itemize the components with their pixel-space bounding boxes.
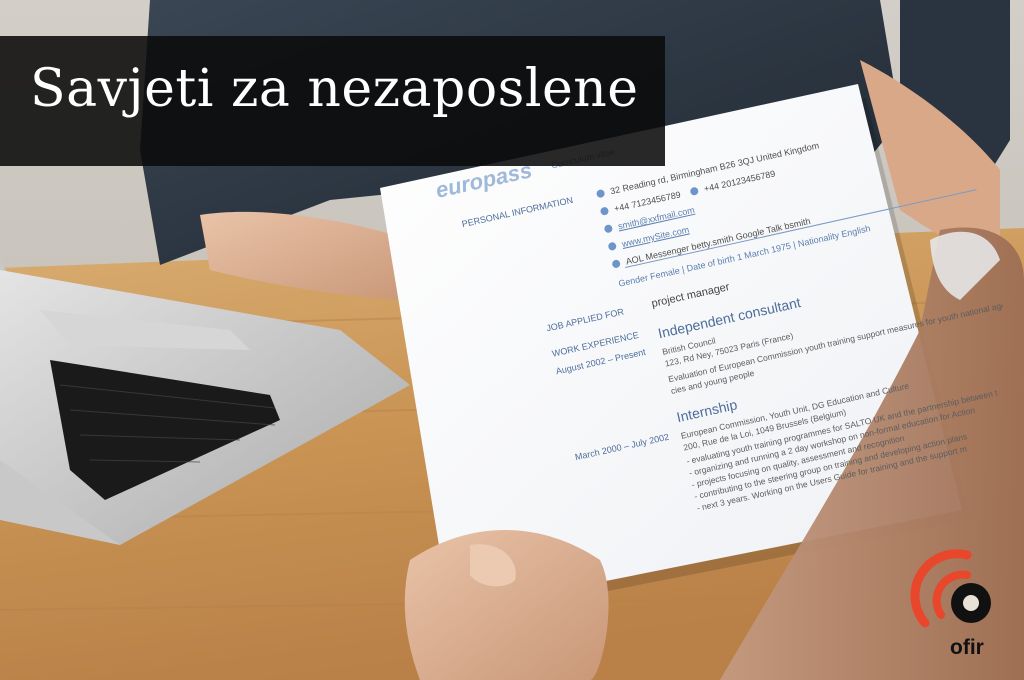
job2-date: March 2000 – July 2002 — [573, 431, 670, 463]
email-icon — [603, 223, 614, 234]
page-title: Savjeti za nezaposlene — [30, 59, 639, 119]
website-icon — [607, 241, 618, 252]
personal-info-label: PERSONAL INFORMATION — [460, 194, 574, 230]
location-icon — [595, 188, 606, 199]
brand-name: ofir — [950, 636, 984, 659]
job-applied-label: JOB APPLIED FOR — [545, 306, 625, 334]
logo-ring-hole — [963, 595, 979, 611]
photo-scene: europass Curriculum vitae PERSONAL INFOR… — [0, 0, 1024, 680]
mobile-icon — [689, 186, 700, 197]
job-applied-value: project manager — [650, 281, 731, 311]
phone-icon — [599, 206, 610, 216]
messenger-icon — [611, 259, 621, 269]
